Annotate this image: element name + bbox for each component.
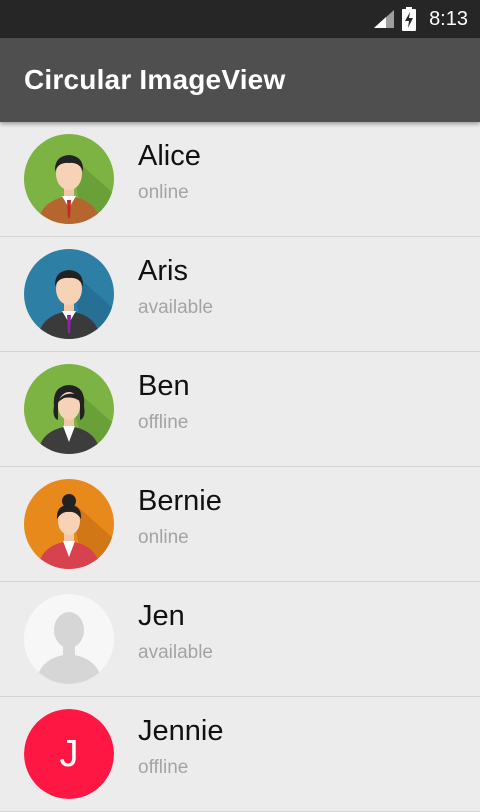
contact-status: online — [138, 527, 189, 548]
avatar — [24, 364, 114, 454]
battery-charging-icon — [402, 7, 416, 36]
avatar — [24, 479, 114, 569]
app-title: Circular ImageView — [24, 64, 286, 95]
signal-icon — [374, 10, 394, 33]
list-item[interactable]: Jen available — [0, 582, 480, 697]
contact-status: available — [138, 297, 213, 318]
contact-name: Aris — [138, 255, 188, 287]
contact-name: Bernie — [138, 485, 222, 517]
contact-status: offline — [138, 412, 189, 433]
contact-status: offline — [138, 757, 189, 778]
list-item[interactable]: Bernie online — [0, 467, 480, 582]
contact-list: Alice online Aris available Ben offline … — [0, 122, 480, 812]
list-item[interactable]: J Jennie offline — [0, 697, 480, 812]
contact-name: Jen — [138, 600, 185, 632]
avatar-placeholder — [24, 594, 114, 684]
status-bar: 8:13 — [0, 0, 480, 38]
contact-name: Jennie — [138, 715, 224, 747]
list-item[interactable]: Alice online — [0, 122, 480, 237]
contact-name: Alice — [138, 140, 201, 172]
clock: 8:13 — [429, 8, 468, 30]
app-bar: Circular ImageView — [0, 38, 480, 122]
list-item[interactable]: Ben offline — [0, 352, 480, 467]
avatar-initial: J — [24, 709, 114, 799]
contact-status: available — [138, 642, 213, 663]
list-item[interactable]: Aris available — [0, 237, 480, 352]
avatar — [24, 249, 114, 339]
contact-name: Ben — [138, 370, 190, 402]
avatar-initial-letter: J — [24, 709, 114, 799]
avatar — [24, 134, 114, 224]
contact-status: online — [138, 182, 189, 203]
